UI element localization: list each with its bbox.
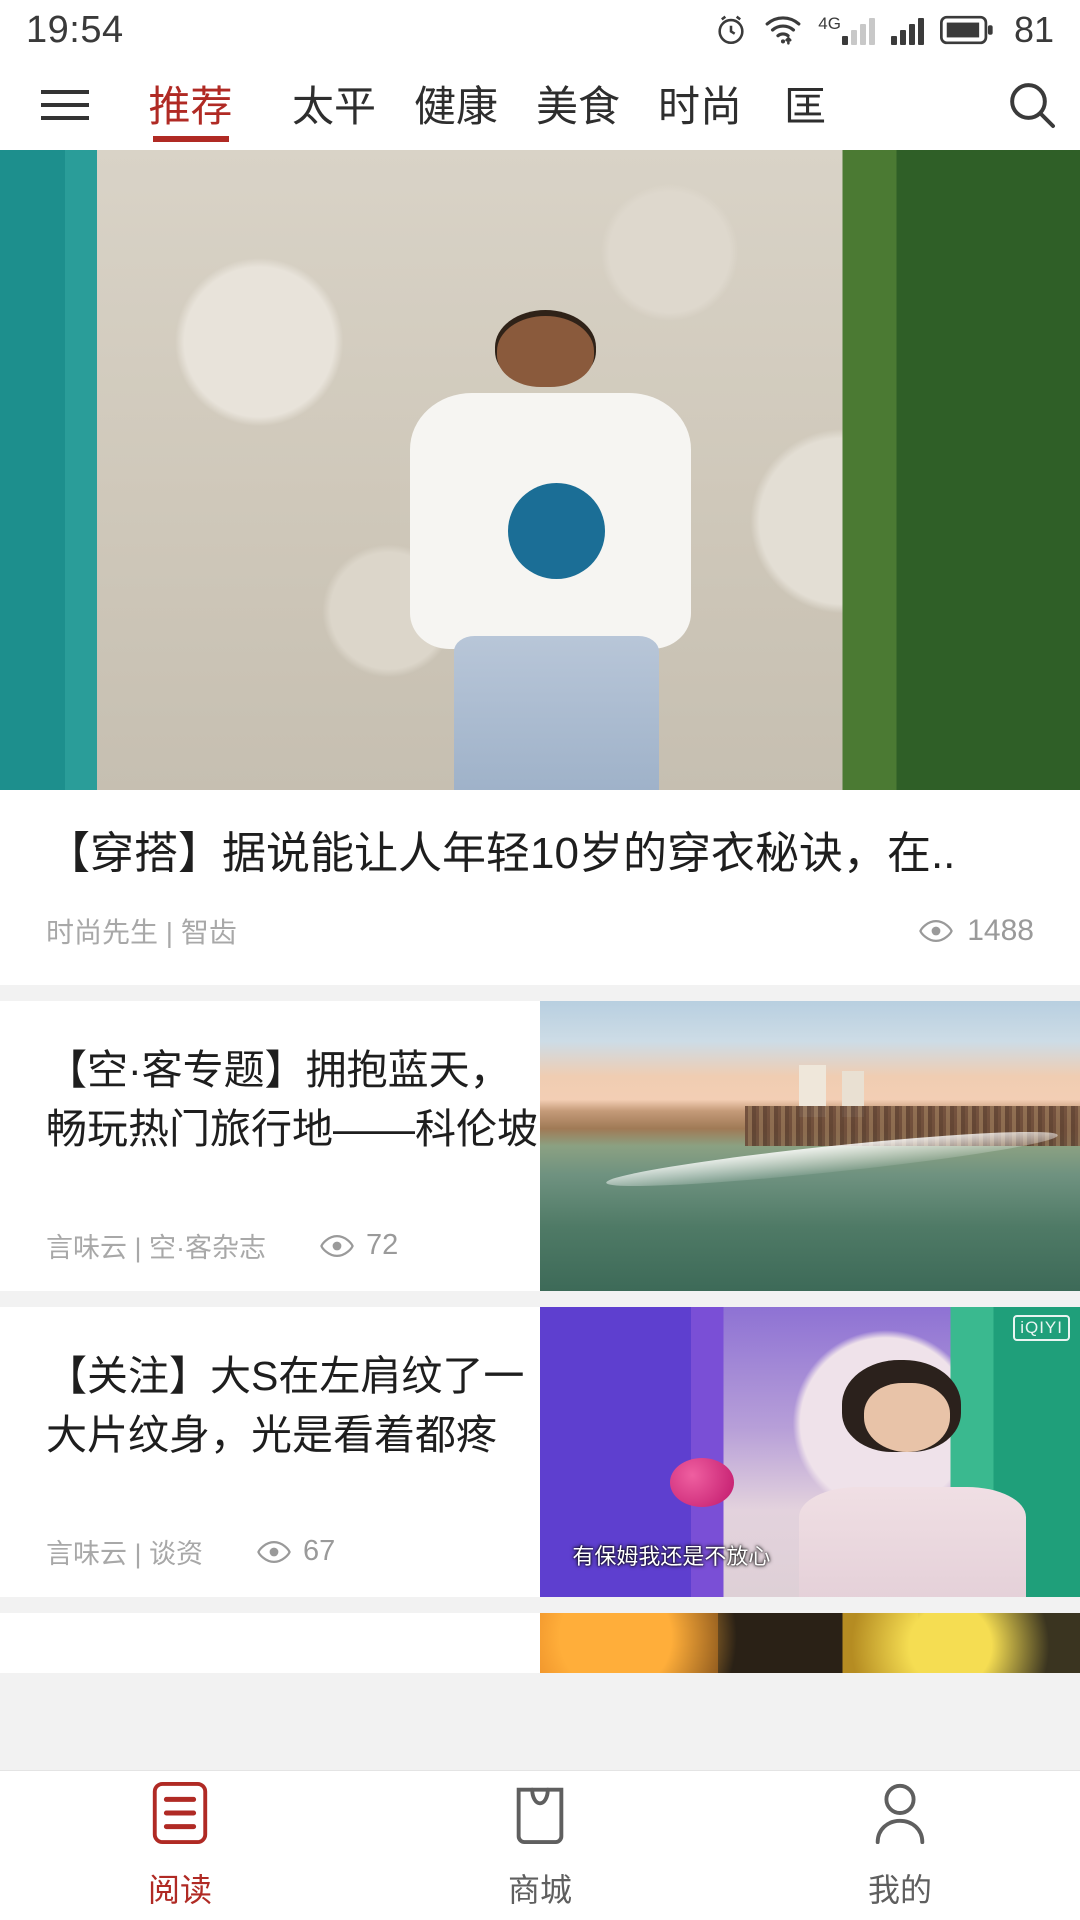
- alarm-clock-icon: [714, 13, 748, 47]
- article-meta: 时尚先生 | 智齿 1488: [0, 883, 1080, 985]
- bottom-nav-label: 商城: [507, 1872, 572, 1908]
- bottom-navigation-bar: 阅读 商城 我的: [0, 1770, 1080, 1920]
- night-scene-photo: [540, 1613, 1080, 1674]
- view-count-value: 72: [366, 1229, 399, 1262]
- feed-separator: [0, 1291, 1080, 1308]
- status-icons: 4G 81: [714, 9, 1054, 51]
- feed-separator: [0, 985, 1080, 1002]
- view-count: 72: [320, 1229, 398, 1262]
- view-count-value: 1488: [967, 914, 1034, 948]
- article-title: 【空·客专题】拥抱蓝天，畅玩热门旅行地——科伦坡: [46, 1047, 538, 1152]
- shopping-bag-icon: [509, 1780, 571, 1851]
- tab-label: 匡: [783, 83, 826, 130]
- person-icon: [869, 1780, 931, 1851]
- colombo-beach-photo: [540, 1001, 1080, 1292]
- article-text-column: [0, 1613, 540, 1673]
- signal-bars-secondary: [841, 15, 875, 45]
- article-text-column: 【关注】大S在左肩纹了一大片纹身，光是看着都疼 言味云 | 谈资 67: [0, 1307, 540, 1597]
- eye-icon: [257, 1540, 291, 1563]
- tab-label: 推荐: [148, 83, 233, 130]
- bottom-nav-item-reading[interactable]: 阅读: [0, 1780, 360, 1911]
- bottom-nav-label: 阅读: [147, 1872, 212, 1908]
- battery-level-label: 81: [1013, 9, 1054, 50]
- tv-interview-photo: iQIYI 有保姆我还是不放心: [540, 1307, 1080, 1598]
- view-count: 67: [257, 1535, 335, 1568]
- view-count-value: 67: [303, 1535, 336, 1568]
- status-time: 19:54: [26, 8, 124, 51]
- bottom-nav-label: 我的: [867, 1872, 932, 1908]
- article-source: 言味云 | 谈资: [46, 1539, 204, 1570]
- app-root: 19:54 4G 81 推荐 太平 健康 美食 时尚 匡 【穿搭】据说能让人年轻…: [0, 0, 1080, 1920]
- reading-list-icon: [149, 1780, 211, 1851]
- tab-taiping[interactable]: 太平: [273, 60, 395, 150]
- article-title: 【关注】大S在左肩纹了一大片纹身，光是看着都疼: [46, 1353, 525, 1458]
- tab-shishang[interactable]: 时尚: [639, 60, 761, 150]
- tab-label: 美食: [535, 83, 620, 130]
- status-bar: 19:54 4G 81: [0, 0, 1080, 60]
- feed-separator: [0, 1597, 1080, 1614]
- eye-icon: [320, 1234, 354, 1257]
- tab-kuang[interactable]: 匡: [761, 60, 849, 150]
- bottom-nav-item-profile[interactable]: 我的: [720, 1780, 1080, 1911]
- article-card-row[interactable]: 【关注】大S在左肩纹了一大片纹身，光是看着都疼 言味云 | 谈资 67 iQIY…: [0, 1307, 1080, 1598]
- category-tabs: 推荐 太平 健康 美食 时尚 匡: [108, 60, 984, 150]
- tab-meishi[interactable]: 美食: [517, 60, 639, 150]
- top-navigation-bar: 推荐 太平 健康 美食 时尚 匡: [0, 60, 1080, 150]
- fashion-man-photo: [0, 150, 1080, 790]
- iqiyi-watermark: iQIYI: [1013, 1315, 1070, 1342]
- signal-icon: [890, 15, 924, 45]
- tab-jiankang[interactable]: 健康: [395, 60, 517, 150]
- article-source: 言味云 | 空·客杂志: [46, 1233, 267, 1264]
- tab-label: 健康: [413, 83, 498, 130]
- article-source: 时尚先生 | 智齿: [46, 917, 237, 949]
- article-meta: 言味云 | 谈资 67: [46, 1506, 540, 1597]
- article-text-column: 【空·客专题】拥抱蓝天，畅玩热门旅行地——科伦坡 言味云 | 空·客杂志 72: [0, 1001, 540, 1291]
- video-subtitle: 有保姆我还是不放心: [572, 1544, 771, 1570]
- hamburger-menu-icon[interactable]: [22, 90, 108, 120]
- wifi-icon: [764, 14, 802, 46]
- battery-icon: [939, 14, 994, 46]
- article-feed[interactable]: 【穿搭】据说能让人年轻10岁的穿衣秘诀，在.. 时尚先生 | 智齿 1488 【…: [0, 150, 1080, 1770]
- tab-tuijian[interactable]: 推荐: [108, 60, 273, 150]
- eye-icon: [919, 920, 954, 943]
- tab-label: 太平: [291, 83, 376, 130]
- signal-4g-icon: 4G: [818, 15, 875, 45]
- bottom-nav-item-mall[interactable]: 商城: [360, 1780, 720, 1911]
- article-card-hero[interactable]: 【穿搭】据说能让人年轻10岁的穿衣秘诀，在.. 时尚先生 | 智齿 1488: [0, 150, 1080, 986]
- network-type-label: 4G: [818, 14, 841, 33]
- article-card-row[interactable]: 【空·客专题】拥抱蓝天，畅玩热门旅行地——科伦坡 言味云 | 空·客杂志 72: [0, 1001, 1080, 1292]
- search-icon[interactable]: [984, 77, 1080, 133]
- article-meta: 言味云 | 空·客杂志 72: [46, 1200, 540, 1291]
- tab-label: 时尚: [657, 83, 742, 130]
- view-count: 1488: [919, 914, 1034, 948]
- article-title: 【穿搭】据说能让人年轻10岁的穿衣秘诀，在..: [46, 829, 956, 878]
- article-card-row-partial[interactable]: [0, 1613, 1080, 1674]
